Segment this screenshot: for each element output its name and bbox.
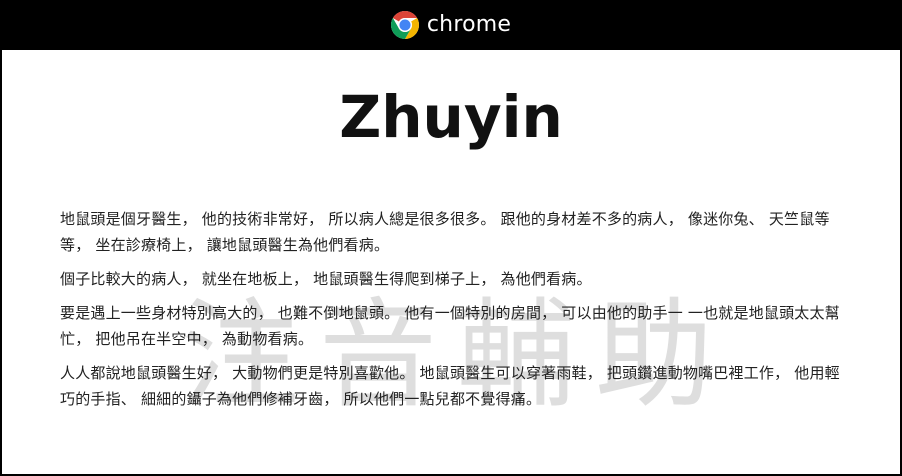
page-title: Zhuyin xyxy=(339,83,563,151)
chrome-top-bar: chrome xyxy=(2,0,900,50)
brand-name: chrome xyxy=(426,12,512,37)
story-paragraph: 個子比較大的病人， 就坐在地板上， 地鼠頭醫生得爬到梯子上， 為他們看病。 xyxy=(60,270,592,288)
story-text: 地鼠頭是個牙醫生， 他的技術非常好， 所以病人總是很多很多。 跟他的身材差不多的… xyxy=(60,206,850,420)
app-frame: chrome 注音輔助 Zhuyin 地鼠頭是個牙醫生， 他的技術非常好， 所以… xyxy=(0,0,902,476)
story-paragraph: 人人都說地鼠頭醫生好， 大動物們更是特別喜歡他。 地鼠頭醫生可以穿著雨鞋， 把頭… xyxy=(60,364,840,408)
story-paragraph: 地鼠頭是個牙醫生， 他的技術非常好， 所以病人總是很多很多。 跟他的身材差不多的… xyxy=(60,210,830,254)
main-content: 注音輔助 Zhuyin 地鼠頭是個牙醫生， 他的技術非常好， 所以病人總是很多很… xyxy=(2,50,900,474)
chrome-logo-icon xyxy=(390,11,419,39)
story-paragraph: 要是遇上一些身材特別高大的， 也難不倒地鼠頭。 他有一個特別的房間， 可以由他的… xyxy=(60,304,840,348)
